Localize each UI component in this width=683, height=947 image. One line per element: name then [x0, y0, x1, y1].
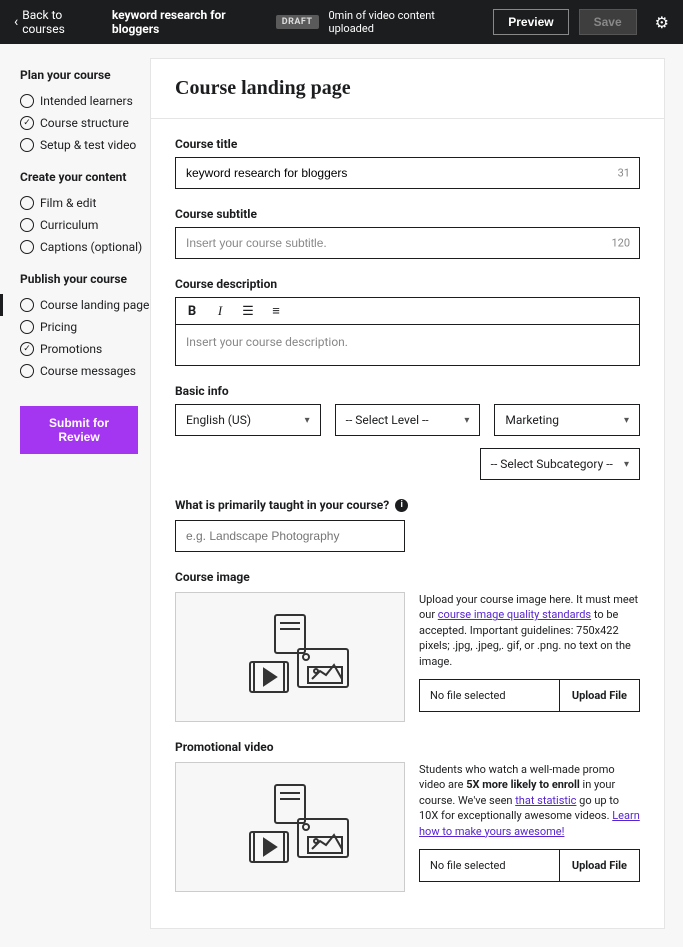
back-label: Back to courses — [22, 8, 102, 36]
subcategory-value: -- Select Subcategory -- — [491, 457, 613, 471]
category-select[interactable]: Marketing ▾ — [494, 404, 640, 436]
chevron-left-icon: ‹ — [14, 14, 18, 30]
main-panel: Course landing page Course title 31 Cour… — [150, 58, 665, 929]
promo-video-label: Promotional video — [175, 740, 640, 754]
promo-video-preview — [175, 762, 405, 892]
number-list-icon[interactable]: ≡ — [268, 303, 284, 319]
course-image-label: Course image — [175, 570, 640, 584]
circle-icon — [20, 94, 34, 108]
chevron-down-icon: ▾ — [464, 415, 469, 426]
level-value: -- Select Level -- — [346, 413, 429, 427]
check-circle-icon — [20, 342, 34, 356]
save-button[interactable]: Save — [579, 9, 637, 35]
nav-intended-learners[interactable]: Intended learners — [20, 90, 150, 112]
nav-course-structure[interactable]: Course structure — [20, 112, 150, 134]
circle-icon — [20, 240, 34, 254]
course-title-input[interactable] — [175, 157, 640, 189]
video-file-name: No file selected — [420, 850, 559, 881]
gear-icon[interactable]: ⚙ — [655, 13, 669, 32]
language-select[interactable]: English (US) ▾ — [175, 404, 321, 436]
circle-icon — [20, 196, 34, 210]
primarily-taught-input[interactable] — [175, 520, 405, 552]
sidebar: Plan your course Intended learners Cours… — [0, 58, 150, 947]
circle-icon — [20, 138, 34, 152]
upload-status: 0min of video content uploaded — [329, 9, 474, 35]
bold-icon[interactable]: B — [184, 304, 200, 319]
course-title-header: keyword research for bloggers — [112, 8, 266, 36]
page-title: Course landing page — [151, 59, 664, 119]
topbar: ‹ Back to courses keyword research for b… — [0, 0, 683, 44]
nav-label: Captions (optional) — [40, 240, 142, 254]
italic-icon[interactable]: I — [212, 303, 228, 319]
rte-toolbar: B I ☰ ≡ — [175, 297, 640, 324]
nav-section-create: Create your content — [20, 170, 150, 184]
image-file-name: No file selected — [420, 680, 559, 711]
subtitle-char-count: 120 — [611, 237, 630, 250]
title-char-count: 31 — [618, 167, 630, 180]
submit-for-review-button[interactable]: Submit for Review — [20, 406, 138, 454]
taught-label: What is primarily taught in your course? — [175, 498, 389, 512]
course-subtitle-input[interactable] — [175, 227, 640, 259]
nav-course-landing-page[interactable]: Course landing page — [20, 294, 150, 316]
nav-section-publish: Publish your course — [20, 272, 150, 286]
info-icon[interactable]: i — [395, 499, 408, 512]
nav-label: Course landing page — [40, 298, 149, 312]
course-title-label: Course title — [175, 137, 640, 151]
draft-badge: DRAFT — [276, 15, 319, 29]
language-value: English (US) — [186, 413, 251, 427]
course-description-label: Course description — [175, 277, 640, 291]
nav-label: Course structure — [40, 116, 129, 130]
circle-icon — [20, 218, 34, 232]
preview-button[interactable]: Preview — [493, 9, 568, 35]
circle-icon — [20, 320, 34, 334]
nav-label: Course messages — [40, 364, 136, 378]
nav-label: Setup & test video — [40, 138, 136, 152]
upload-image-button[interactable]: Upload File — [559, 680, 639, 711]
nav-film-edit[interactable]: Film & edit — [20, 192, 150, 214]
back-to-courses-link[interactable]: ‹ Back to courses — [14, 8, 102, 36]
bullet-list-icon[interactable]: ☰ — [240, 304, 256, 319]
course-image-preview — [175, 592, 405, 722]
course-description-input[interactable]: Insert your course description. — [175, 324, 640, 366]
vid-bold-text: 5X more likely to enroll — [466, 778, 580, 791]
nav-label: Intended learners — [40, 94, 133, 108]
check-circle-icon — [20, 116, 34, 130]
circle-icon — [20, 298, 34, 312]
nav-promotions[interactable]: Promotions — [20, 338, 150, 360]
upload-video-button[interactable]: Upload File — [559, 850, 639, 881]
nav-label: Pricing — [40, 320, 77, 334]
level-select[interactable]: -- Select Level -- ▾ — [335, 404, 481, 436]
subcategory-select[interactable]: -- Select Subcategory -- ▾ — [480, 448, 640, 480]
nav-captions[interactable]: Captions (optional) — [20, 236, 150, 258]
placeholder-media-icon — [220, 607, 360, 707]
nav-section-plan: Plan your course — [20, 68, 150, 82]
nav-course-messages[interactable]: Course messages — [20, 360, 150, 382]
nav-label: Film & edit — [40, 196, 96, 210]
nav-label: Curriculum — [40, 218, 98, 232]
course-subtitle-label: Course subtitle — [175, 207, 640, 221]
chevron-down-icon: ▾ — [305, 415, 310, 426]
chevron-down-icon: ▾ — [624, 459, 629, 470]
placeholder-media-icon — [220, 777, 360, 877]
circle-icon — [20, 364, 34, 378]
nav-pricing[interactable]: Pricing — [20, 316, 150, 338]
basic-info-label: Basic info — [175, 384, 640, 398]
nav-setup-test-video[interactable]: Setup & test video — [20, 134, 150, 156]
chevron-down-icon: ▾ — [624, 415, 629, 426]
category-value: Marketing — [505, 413, 559, 427]
nav-label: Promotions — [40, 342, 102, 356]
image-standards-link[interactable]: course image quality standards — [438, 608, 591, 621]
nav-curriculum[interactable]: Curriculum — [20, 214, 150, 236]
statistic-link[interactable]: that statistic — [515, 794, 576, 807]
